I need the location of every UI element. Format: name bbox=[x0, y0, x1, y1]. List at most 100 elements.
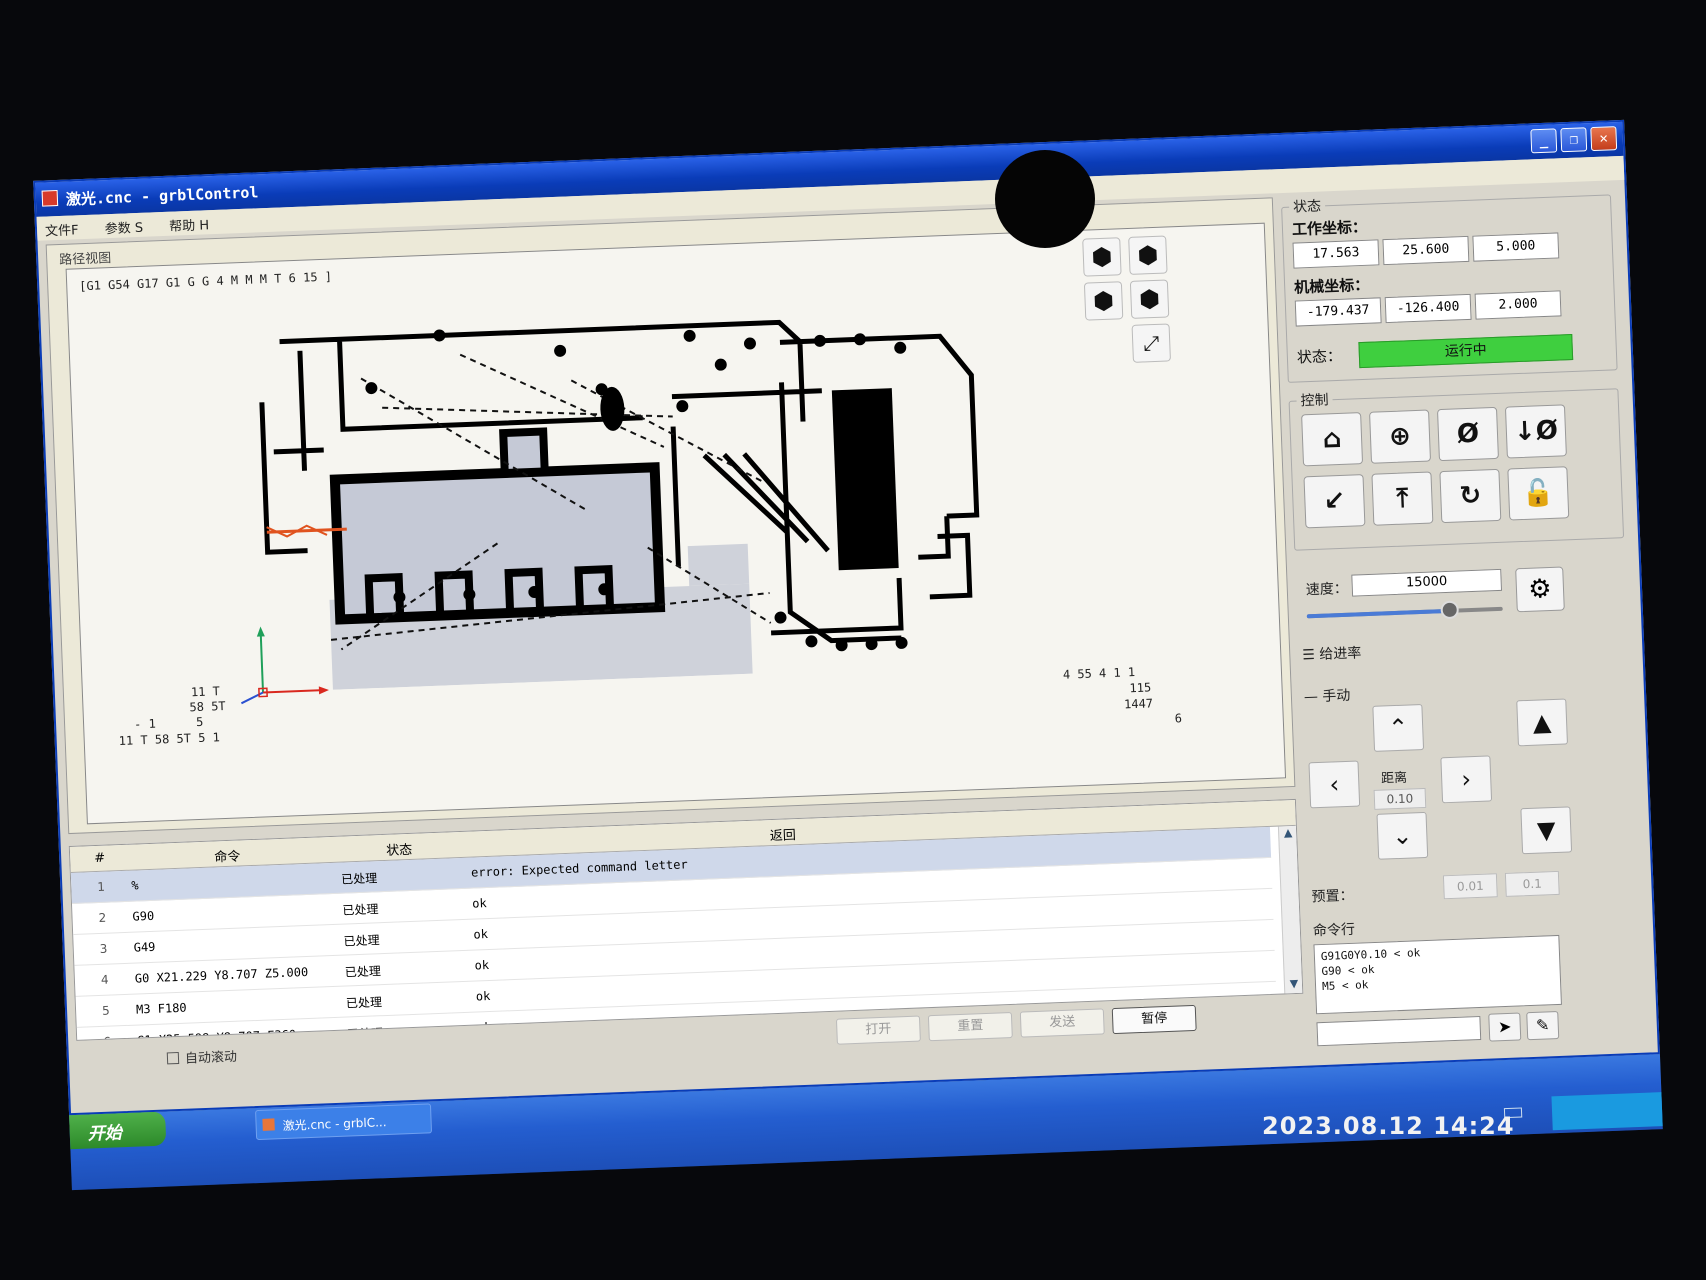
close-button[interactable]: ✕ bbox=[1590, 126, 1618, 152]
system-tray bbox=[1551, 1092, 1663, 1131]
coord-info: 115 bbox=[1129, 680, 1152, 696]
minimize-button[interactable]: _ bbox=[1530, 128, 1558, 154]
axis-gizmo bbox=[240, 626, 329, 705]
jog-x-minus-icon[interactable]: ‹ bbox=[1308, 760, 1361, 809]
row-state: 已处理 bbox=[345, 995, 383, 1011]
clear-eraser-icon[interactable]: ✎ bbox=[1526, 1010, 1560, 1041]
machined-area bbox=[687, 543, 750, 587]
scroll-down-icon[interactable]: ▼ bbox=[1285, 977, 1304, 996]
speed-slider[interactable] bbox=[1306, 600, 1503, 620]
work-coords-label: 工作坐标： bbox=[1291, 217, 1368, 239]
open-button[interactable]: 打开 bbox=[835, 1015, 921, 1045]
preset-label: 预置： bbox=[1311, 887, 1354, 906]
row-state: 已处理 bbox=[342, 902, 379, 918]
jog-label: 手动 bbox=[1322, 687, 1351, 705]
camera-shadow bbox=[995, 150, 1095, 248]
speed-slider-knob[interactable] bbox=[1440, 600, 1460, 620]
machine-y-field: -126.400 bbox=[1384, 293, 1472, 324]
zero-z-icon[interactable]: ↓Ø bbox=[1504, 404, 1567, 459]
spindle-gear-icon[interactable]: ⚙ bbox=[1515, 566, 1565, 613]
jog-x-plus-icon[interactable]: › bbox=[1440, 755, 1493, 804]
row-command: % bbox=[131, 878, 139, 893]
path-view-canvas[interactable]: [G1 G54 G17 G1 G G 4 M M M T 6 15 ] ⬢ ⬢ … bbox=[65, 222, 1287, 825]
coord-info: 58 5T bbox=[189, 698, 226, 715]
row-command: G0 X21.229 Y8.707 Z5.000 bbox=[134, 964, 309, 986]
preset-0-01-button[interactable]: 0.01 bbox=[1442, 873, 1498, 900]
menu-file[interactable]: 文件F bbox=[45, 223, 79, 239]
autoscroll-label: 自动滚动 bbox=[184, 1049, 238, 1067]
copper-pad bbox=[499, 427, 549, 478]
autoscroll-checkbox[interactable]: 自动滚动 bbox=[166, 1046, 238, 1068]
col-command: 命令 bbox=[214, 849, 241, 866]
table-scrollbar[interactable]: ▲ ▼ bbox=[1277, 825, 1304, 996]
zero-xy-icon[interactable]: Ø bbox=[1436, 406, 1499, 462]
distance-field[interactable]: 0.10 bbox=[1373, 787, 1427, 810]
menu-help[interactable]: 帮助 H bbox=[169, 218, 209, 235]
maximize-button[interactable]: ❐ bbox=[1560, 127, 1588, 153]
work-x-field: 17.563 bbox=[1292, 239, 1380, 269]
jog-y-minus-icon[interactable]: ⌄ bbox=[1376, 811, 1429, 860]
app-window: 激光.cnc - grblControl _ ❐ ✕ 文件F 参数 S 帮助 H… bbox=[33, 119, 1660, 1116]
photo-timestamp: 2023.08.12 14:24 bbox=[1262, 1112, 1515, 1140]
distance-label: 距离 bbox=[1380, 770, 1408, 787]
jog-y-plus-icon[interactable]: ⌃ bbox=[1372, 703, 1425, 752]
send-arrow-icon[interactable]: ➤ bbox=[1488, 1012, 1522, 1042]
row-response: ok bbox=[475, 988, 491, 1004]
collapse-icon: — bbox=[1303, 688, 1323, 706]
preset-0-1-button[interactable]: 0.1 bbox=[1504, 870, 1560, 897]
reset-icon[interactable]: ↻ bbox=[1439, 468, 1502, 524]
jog-z-plus-icon[interactable]: ▲ bbox=[1516, 698, 1568, 747]
start-button[interactable]: 开始 bbox=[69, 1111, 167, 1150]
taskbar-app-label: 激光.cnc - grblC... bbox=[282, 1115, 387, 1134]
command-input[interactable] bbox=[1316, 1015, 1482, 1047]
view-iso-cube-icon[interactable]: ⬢ bbox=[1082, 237, 1122, 277]
send-button[interactable]: 发送 bbox=[1019, 1008, 1105, 1038]
row-command: G90 bbox=[132, 908, 155, 924]
feed-section[interactable]: ☰ 给进率 bbox=[1302, 642, 1362, 664]
jog-z-minus-icon[interactable]: ▼ bbox=[1520, 806, 1573, 855]
machine-x-field: -179.437 bbox=[1294, 297, 1382, 327]
row-state: 已处理 bbox=[343, 933, 380, 949]
reset-button[interactable]: 重置 bbox=[927, 1011, 1013, 1042]
speed-slider-fill bbox=[1306, 608, 1450, 619]
coord-info: 11 T bbox=[190, 684, 221, 700]
coord-info: 1447 bbox=[1123, 696, 1154, 712]
coord-info: 11 T 58 5T 5 1 bbox=[118, 730, 221, 749]
probe-icon[interactable]: ⊕ bbox=[1369, 409, 1432, 464]
toolpath-preview bbox=[259, 319, 980, 690]
scroll-up-icon[interactable]: ▲ bbox=[1279, 826, 1298, 845]
path-view-group: 路径视图 [G1 G54 G17 G1 G G 4 M M M T 6 15 ]… bbox=[45, 197, 1296, 835]
ic-block bbox=[831, 388, 899, 571]
checkbox-icon bbox=[166, 1051, 180, 1065]
row-response: ok bbox=[474, 958, 490, 973]
menu-settings[interactable]: 参数 S bbox=[104, 221, 143, 237]
view-front-cube-icon[interactable]: ⬢ bbox=[1083, 281, 1124, 321]
work-z-field: 5.000 bbox=[1472, 232, 1560, 262]
right-panel: 状态 工作坐标： 17.563 25.600 5.000 机械坐标： -179.… bbox=[1281, 184, 1650, 1066]
menu-lines-icon: ☰ bbox=[1302, 646, 1320, 664]
view-left-cube-icon[interactable]: ⬢ bbox=[1129, 279, 1170, 319]
view-top-cube-icon[interactable]: ⬢ bbox=[1128, 235, 1168, 275]
state-label: 状态： bbox=[1296, 346, 1343, 367]
coord-info: 4 55 4 1 1 bbox=[1062, 664, 1136, 682]
machine-coords-label: 机械坐标： bbox=[1293, 275, 1370, 297]
speed-field[interactable]: 15000 bbox=[1351, 568, 1503, 597]
speed-label: 速度： bbox=[1305, 580, 1349, 599]
row-response: error: Expected command letter bbox=[470, 857, 688, 880]
row-command: G49 bbox=[133, 939, 156, 955]
coord-info: - 1 bbox=[133, 716, 157, 732]
restore-origin-icon[interactable]: ↙ bbox=[1303, 474, 1366, 529]
window-title: 激光.cnc - grblControl bbox=[65, 183, 259, 209]
unlock-icon[interactable]: 🔓 bbox=[1507, 466, 1570, 521]
col-response: 返回 bbox=[769, 828, 797, 845]
taskbar-app-button[interactable]: 激光.cnc - grblC... bbox=[255, 1103, 433, 1141]
home-icon[interactable]: ⌂ bbox=[1301, 412, 1364, 467]
work-y-field: 25.600 bbox=[1382, 235, 1470, 266]
pause-button[interactable]: 暂停 bbox=[1111, 1004, 1197, 1035]
row-command: M3 F180 bbox=[135, 1000, 187, 1017]
console-output: G91G0Y0.10 < ok G90 < ok M5 < ok bbox=[1313, 934, 1562, 1015]
app-icon bbox=[262, 1118, 275, 1131]
fit-view-icon[interactable]: ⤢ bbox=[1131, 323, 1171, 363]
safe-position-icon[interactable]: ⤒ bbox=[1371, 471, 1434, 526]
jog-section[interactable]: — 手动 bbox=[1304, 685, 1351, 707]
